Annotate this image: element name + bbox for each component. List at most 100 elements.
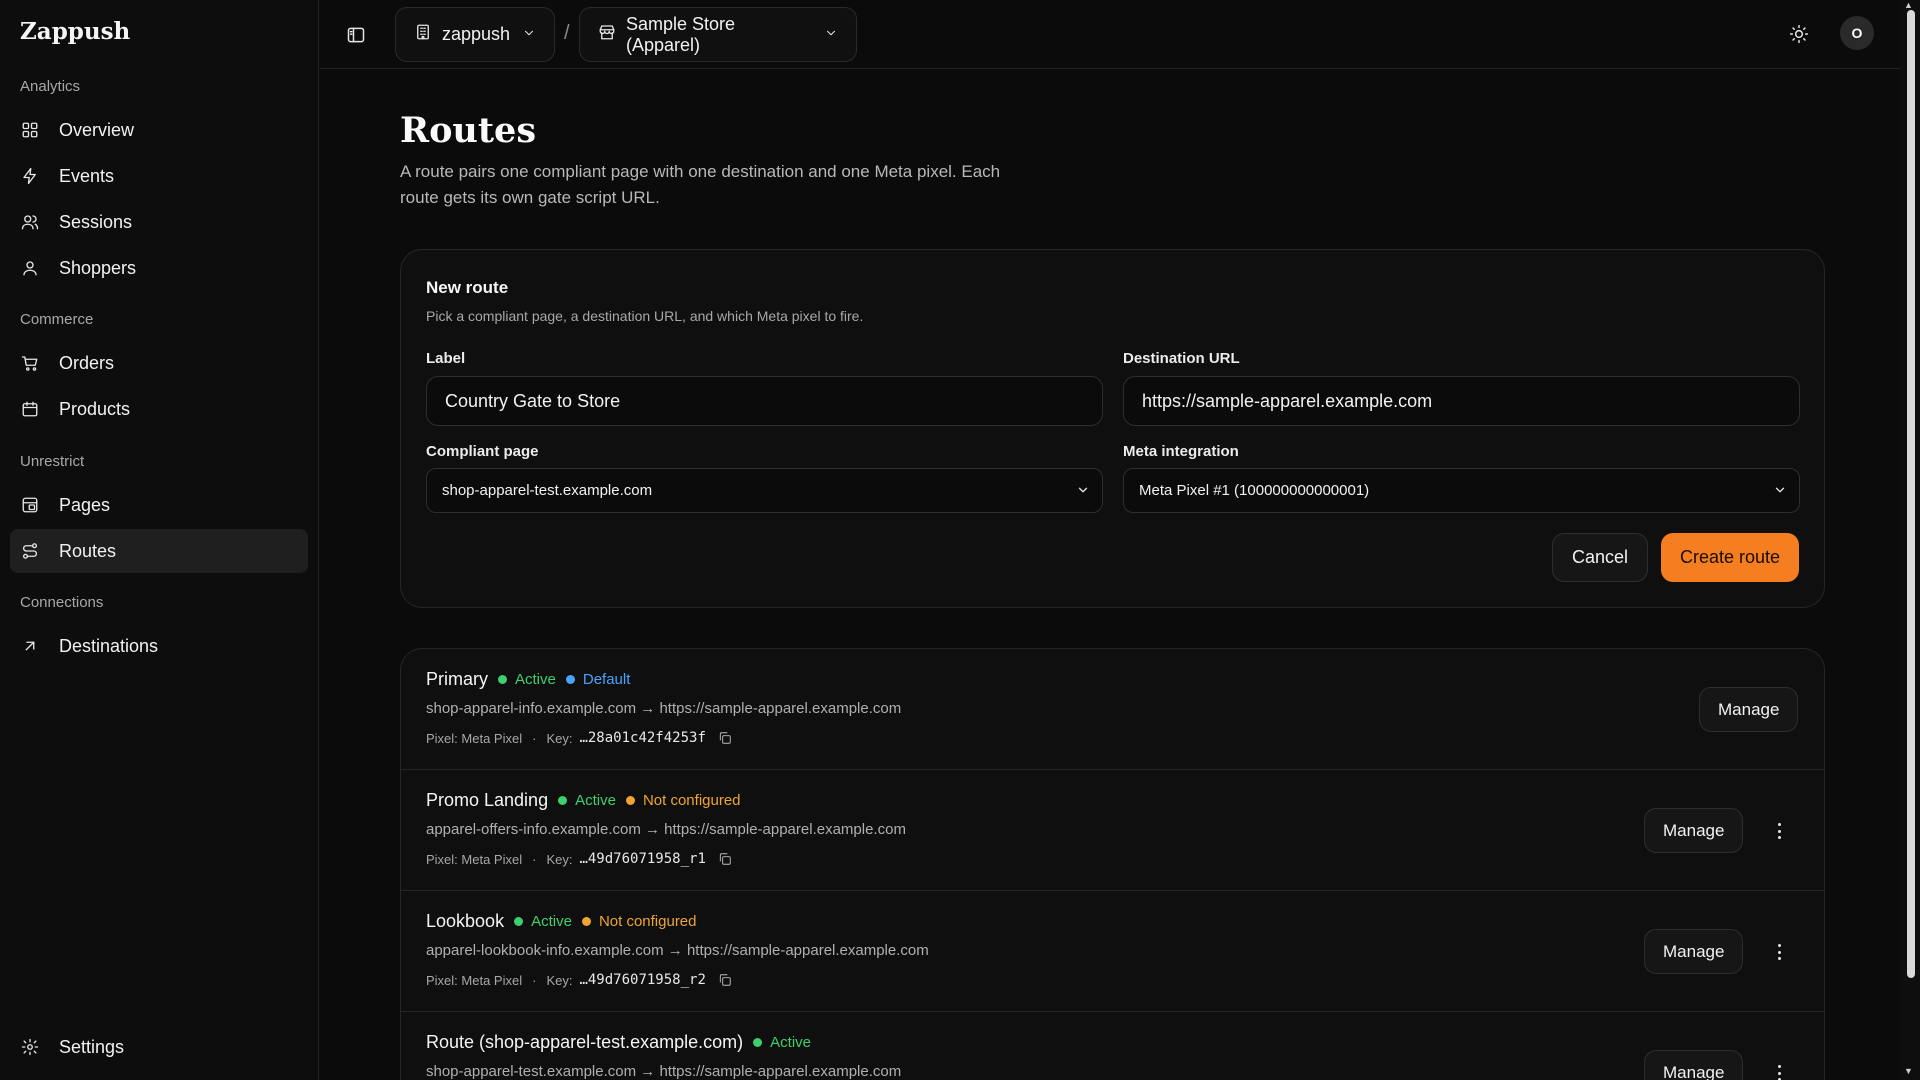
- store-icon: [598, 23, 616, 46]
- sidebar-item-label: Products: [59, 398, 131, 419]
- destination-url-input[interactable]: [1123, 376, 1800, 426]
- route-name-row: Promo Landing Active Not configured: [426, 790, 741, 811]
- status-badge: Active: [753, 1034, 811, 1051]
- route-pixel: Pixel: Meta Pixel: [426, 972, 523, 988]
- route-name-row: Route (shop-apparel-test.example.com) Ac…: [426, 1032, 811, 1053]
- sidebar-item-label: Sessions: [59, 211, 133, 232]
- copy-icon[interactable]: [718, 852, 732, 866]
- scroll-down-icon[interactable]: ▼: [1904, 1066, 1913, 1076]
- copy-icon[interactable]: [718, 731, 732, 745]
- more-options-icon[interactable]: [1769, 1062, 1789, 1080]
- compliant-page-label: Compliant page: [426, 443, 539, 460]
- sidebar-item-pages[interactable]: Pages: [10, 483, 308, 527]
- compliant-page-select[interactable]: shop-apparel-test.example.com: [426, 468, 1103, 513]
- default-badge: Default: [565, 671, 631, 688]
- page-title: Routes: [400, 110, 537, 151]
- arrow-up-right-icon: [21, 637, 39, 655]
- status-dot: [625, 796, 635, 805]
- status-dot: [558, 796, 568, 805]
- store-switcher[interactable]: Sample Store (Apparel): [579, 7, 857, 62]
- route-path: shop-apparel-info.example.com → https://…: [426, 700, 902, 717]
- route-key: …49d76071958_r2: [579, 972, 706, 988]
- nav-section-connections: Connections: [20, 594, 104, 611]
- config-badge: Not configured: [625, 792, 741, 809]
- route-name: Primary: [426, 669, 488, 689]
- table-row: Promo Landing Active Not configured appa…: [401, 770, 1824, 891]
- form-subtitle: Pick a compliant page, a destination URL…: [426, 308, 864, 324]
- route-path: apparel-offers-info.example.com → https:…: [426, 821, 906, 838]
- sidebar-item-settings[interactable]: Settings: [10, 1025, 308, 1069]
- cancel-button[interactable]: Cancel: [1552, 533, 1648, 582]
- config-badge: Not configured: [581, 913, 697, 930]
- route-path: shop-apparel-test.example.com → https://…: [426, 1063, 902, 1080]
- meta-separator: ·: [532, 851, 537, 867]
- sidebar-item-products[interactable]: Products: [10, 387, 308, 431]
- page-description: A route pairs one compliant page with on…: [400, 162, 1001, 207]
- more-options-icon[interactable]: [1769, 941, 1789, 963]
- route-key-label: Key:: [546, 851, 573, 867]
- chevron-down-icon: [824, 24, 838, 45]
- sidebar-item-destinations[interactable]: Destinations: [10, 624, 308, 668]
- route-path: apparel-lookbook-info.example.com → http…: [426, 942, 929, 959]
- meta-integration-select[interactable]: Meta Pixel #1 (100000000000001): [1123, 468, 1800, 513]
- nav-section-commerce: Commerce: [20, 311, 94, 328]
- app-logo[interactable]: Zappush: [20, 18, 130, 45]
- status-badge: Active: [514, 913, 572, 930]
- sidebar-item-shoppers[interactable]: Shoppers: [10, 246, 308, 290]
- table-row: Primary Active Default shop-apparel-info…: [401, 649, 1824, 770]
- chevron-down-icon: [1076, 483, 1090, 501]
- route-icon: [21, 542, 39, 560]
- status-dot: [753, 1038, 763, 1047]
- avatar[interactable]: O: [1840, 16, 1874, 50]
- routes-list: Primary Active Default shop-apparel-info…: [400, 648, 1825, 1080]
- sidebar-item-overview[interactable]: Overview: [10, 108, 308, 152]
- manage-button[interactable]: Manage: [1699, 687, 1799, 732]
- sidebar-item-label: Shoppers: [59, 257, 137, 278]
- route-name-row: Lookbook Active Not configured: [426, 911, 697, 932]
- chevron-down-icon: [1773, 483, 1787, 501]
- badge-text: Not configured: [598, 913, 697, 930]
- manage-button[interactable]: Manage: [1644, 929, 1744, 974]
- user-icon: [21, 259, 39, 277]
- workspace-switcher[interactable]: zappush: [395, 7, 555, 62]
- sidebar-item-events[interactable]: Events: [10, 154, 308, 198]
- sidebar-toggle-icon[interactable]: [345, 24, 367, 46]
- route-pixel: Pixel: Meta Pixel: [426, 851, 523, 867]
- sidebar-item-label: Pages: [59, 494, 111, 515]
- route-key: …28a01c42f4253f: [579, 730, 706, 746]
- badge-text: Active: [531, 913, 572, 930]
- pages-icon: [21, 496, 39, 514]
- create-route-button[interactable]: Create route: [1661, 533, 1799, 582]
- scroll-up-icon[interactable]: ▲: [1904, 0, 1913, 10]
- manage-button[interactable]: Manage: [1644, 808, 1744, 853]
- sidebar-item-label: Events: [59, 165, 115, 186]
- route-name: Route (shop-apparel-test.example.com): [426, 1032, 744, 1052]
- bolt-icon: [21, 167, 39, 185]
- copy-icon[interactable]: [718, 973, 732, 987]
- sidebar-item-orders[interactable]: Orders: [10, 341, 308, 385]
- badge-text: Not configured: [642, 792, 741, 809]
- sidebar-item-sessions[interactable]: Sessions: [10, 200, 308, 244]
- meta-integration-value: Meta Pixel #1 (100000000000001): [1139, 482, 1370, 499]
- users-icon: [21, 213, 39, 231]
- meta-separator: ·: [532, 972, 537, 988]
- label-input[interactable]: [426, 376, 1103, 426]
- status-dot: [581, 917, 591, 926]
- route-meta: Pixel: Meta Pixel · Key: …49d76071958_r2: [426, 972, 732, 988]
- scrollbar-thumb[interactable]: [1907, 10, 1915, 978]
- status-dot: [565, 675, 575, 684]
- box-icon: [21, 400, 39, 418]
- theme-toggle-icon[interactable]: [1788, 23, 1810, 45]
- manage-button[interactable]: Manage: [1644, 1050, 1744, 1080]
- more-options-icon[interactable]: [1769, 820, 1789, 842]
- table-row: Lookbook Active Not configured apparel-l…: [401, 891, 1824, 1012]
- nav-section-unrestrict: Unrestrict: [20, 453, 85, 470]
- breadcrumb-separator: /: [564, 22, 570, 44]
- route-name-row: Primary Active Default: [426, 669, 630, 690]
- route-meta: Pixel: Meta Pixel · Key: …49d76071958_r1: [426, 851, 732, 867]
- badge-text: Default: [582, 671, 631, 688]
- destination-url-label: Destination URL: [1123, 350, 1240, 367]
- sidebar-item-label: Destinations: [59, 635, 159, 656]
- sidebar-item-routes[interactable]: Routes: [10, 529, 308, 573]
- gear-icon: [21, 1038, 39, 1056]
